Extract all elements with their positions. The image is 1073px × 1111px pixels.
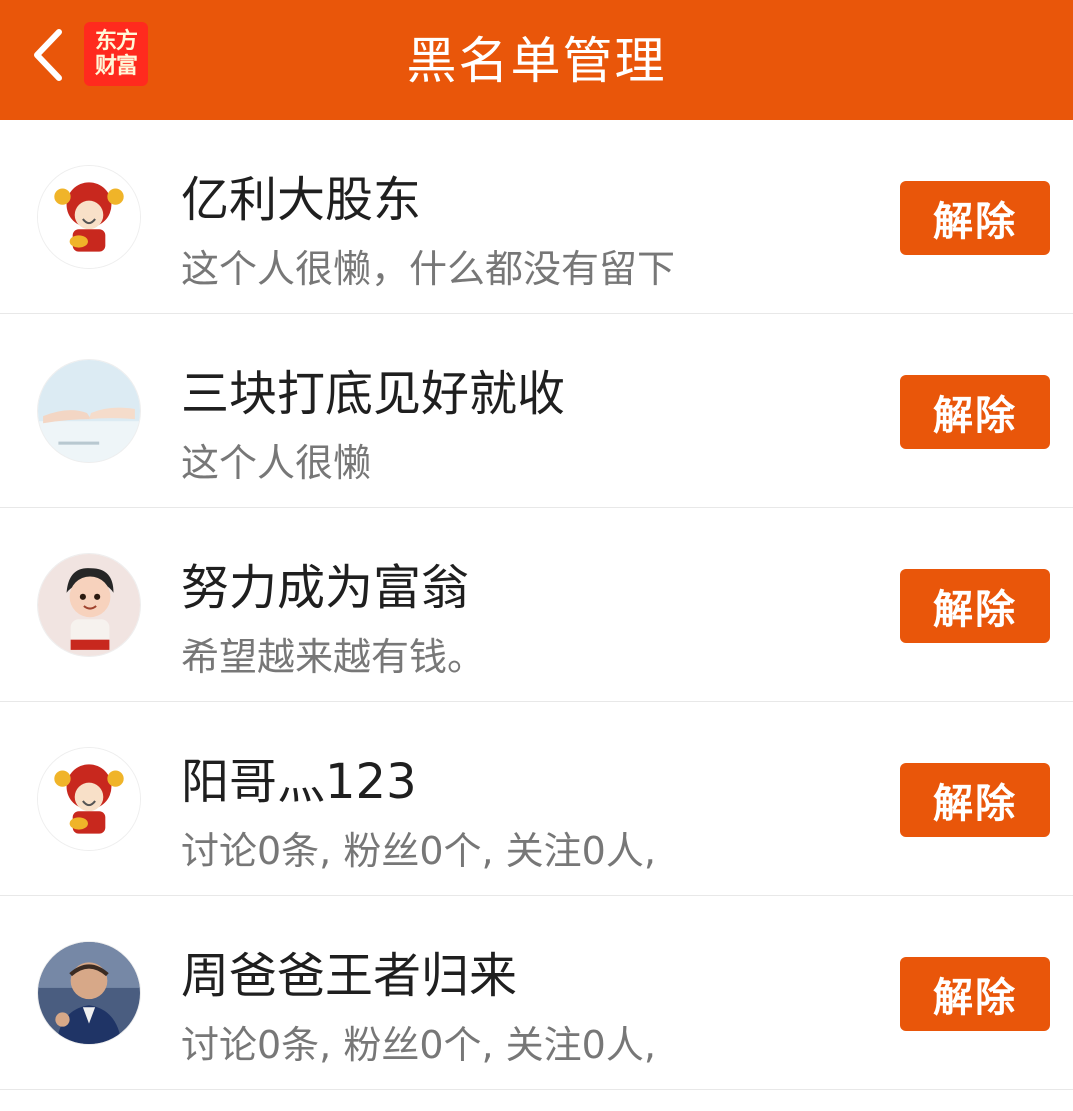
user-name[interactable]: 周爸爸王者归来 — [181, 936, 517, 1006]
avatar[interactable] — [37, 747, 141, 851]
god-of-wealth-avatar-icon — [38, 166, 140, 268]
avatar[interactable] — [37, 941, 141, 1045]
avatar[interactable] — [37, 553, 141, 657]
list-item: 努力成为富翁 希望越来越有钱。 解除 — [0, 508, 1073, 702]
eastmoney-logo[interactable]: 东方 财富 — [84, 22, 148, 86]
user-description: 这个人很懒，什么都没有留下 — [181, 247, 676, 291]
holding-hands-avatar-icon — [38, 360, 140, 462]
god-of-wealth-avatar-icon — [38, 748, 140, 850]
unblock-button[interactable]: 解除 — [900, 763, 1050, 837]
unblock-button[interactable]: 解除 — [900, 375, 1050, 449]
user-name[interactable]: 亿利大股东 — [181, 160, 421, 230]
list-item: 三块打底见好就收 这个人很懒 解除 — [0, 314, 1073, 508]
user-description: 讨论0条, 粉丝0个, 关注0人, — [181, 829, 656, 873]
blacklist: 亿利大股东 这个人很懒，什么都没有留下 解除 三块打底见好就收 这个人很懒 解除 — [0, 120, 1073, 1090]
chevron-left-icon — [34, 29, 62, 81]
user-description: 这个人很懒 — [181, 441, 372, 485]
logo-line-1: 东方 — [94, 29, 138, 54]
cartoon-boy-avatar-icon — [38, 554, 140, 656]
unblock-button[interactable]: 解除 — [900, 569, 1050, 643]
avatar[interactable] — [37, 359, 141, 463]
list-item: 周爸爸王者归来 讨论0条, 粉丝0个, 关注0人, 解除 — [0, 896, 1073, 1090]
man-photo-avatar-icon — [38, 942, 140, 1044]
user-description: 希望越来越有钱。 — [181, 635, 486, 679]
avatar[interactable] — [37, 165, 141, 269]
user-name[interactable]: 三块打底见好就收 — [181, 354, 565, 424]
list-item: 亿利大股东 这个人很懒，什么都没有留下 解除 — [0, 120, 1073, 314]
page-title: 黑名单管理 — [406, 32, 667, 90]
user-description: 讨论0条, 粉丝0个, 关注0人, — [181, 1023, 656, 1067]
unblock-button[interactable]: 解除 — [900, 181, 1050, 255]
list-item: 阳哥灬123 讨论0条, 粉丝0个, 关注0人, 解除 — [0, 702, 1073, 896]
user-name[interactable]: 努力成为富翁 — [181, 548, 469, 618]
unblock-button[interactable]: 解除 — [900, 957, 1050, 1031]
logo-line-2: 财富 — [94, 54, 138, 79]
back-button[interactable] — [22, 29, 72, 81]
user-name[interactable]: 阳哥灬123 — [181, 742, 417, 812]
header-bar: 东方 财富 黑名单管理 — [0, 0, 1073, 120]
